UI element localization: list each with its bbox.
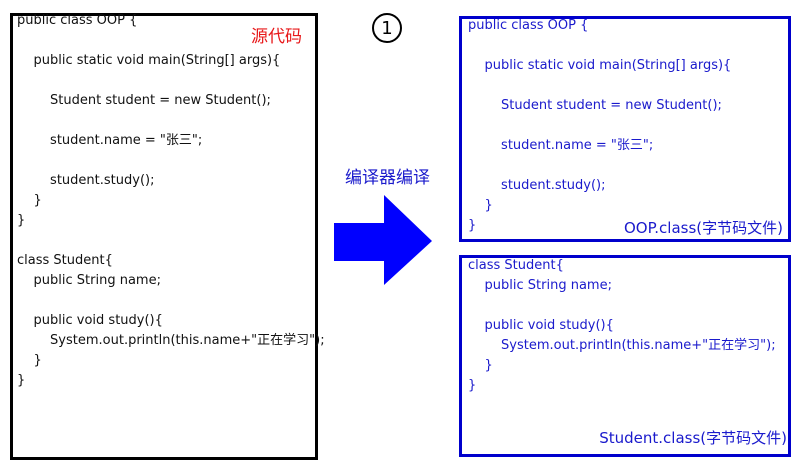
source-line: student.name = "张三"; bbox=[17, 133, 203, 148]
arrow-right-icon bbox=[334, 195, 432, 285]
source-line: public static void main(String[] args){ bbox=[17, 53, 281, 68]
student-class-line: } bbox=[468, 358, 493, 373]
source-line: Student student = new Student(); bbox=[17, 93, 271, 108]
source-line: public class OOP { bbox=[17, 13, 138, 28]
source-line: student.study(); bbox=[17, 173, 155, 188]
oop-class-line: student.study(); bbox=[468, 178, 606, 193]
source-line: } bbox=[17, 373, 26, 388]
source-line: public String name; bbox=[17, 273, 161, 288]
oop-class-line: Student student = new Student(); bbox=[468, 98, 722, 113]
student-class-line: class Student{ bbox=[468, 258, 564, 273]
source-line: class Student{ bbox=[17, 253, 113, 268]
source-line: public void study(){ bbox=[17, 313, 163, 328]
source-line: } bbox=[17, 353, 42, 368]
source-code-box bbox=[10, 13, 318, 460]
oop-class-line: } bbox=[468, 218, 477, 233]
oop-class-box bbox=[459, 16, 791, 242]
source-line: } bbox=[17, 193, 42, 208]
source-line: } bbox=[17, 213, 26, 228]
step-number-badge: 1 bbox=[372, 13, 402, 43]
source-line: System.out.println(this.name+"正在学习"); bbox=[17, 333, 325, 348]
oop-class-line: } bbox=[468, 198, 493, 213]
student-class-line: public String name; bbox=[468, 278, 612, 293]
student-class-line: System.out.println(this.name+"正在学习"); bbox=[468, 338, 776, 353]
oop-class-line: public static void main(String[] args){ bbox=[468, 58, 732, 73]
compile-label: 编译器编译 bbox=[345, 168, 430, 188]
source-code-label: 源代码 bbox=[251, 27, 302, 47]
oop-class-line: public class OOP { bbox=[468, 18, 589, 33]
student-class-line: } bbox=[468, 378, 477, 393]
student-class-label: Student.class(字节码文件) bbox=[599, 429, 787, 447]
oop-class-label: OOP.class(字节码文件) bbox=[623, 219, 783, 237]
oop-class-line: student.name = "张三"; bbox=[468, 138, 654, 153]
student-class-line: public void study(){ bbox=[468, 318, 614, 333]
